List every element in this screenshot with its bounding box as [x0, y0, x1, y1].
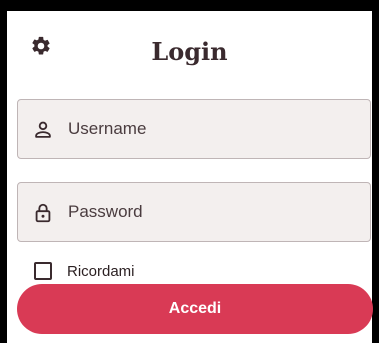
username-input[interactable]: [68, 100, 358, 158]
login-panel: Login Ricordami Accedi: [7, 11, 373, 343]
password-input[interactable]: [68, 183, 358, 241]
remember-checkbox[interactable]: [34, 262, 52, 280]
password-field[interactable]: [17, 182, 371, 242]
username-field[interactable]: [17, 99, 371, 159]
page-title: Login: [151, 37, 228, 66]
remember-me[interactable]: Ricordami: [34, 261, 135, 281]
lock-icon: [35, 203, 51, 223]
user-icon: [35, 121, 51, 138]
remember-label: Ricordami: [67, 262, 135, 280]
login-button[interactable]: Accedi: [17, 284, 373, 334]
